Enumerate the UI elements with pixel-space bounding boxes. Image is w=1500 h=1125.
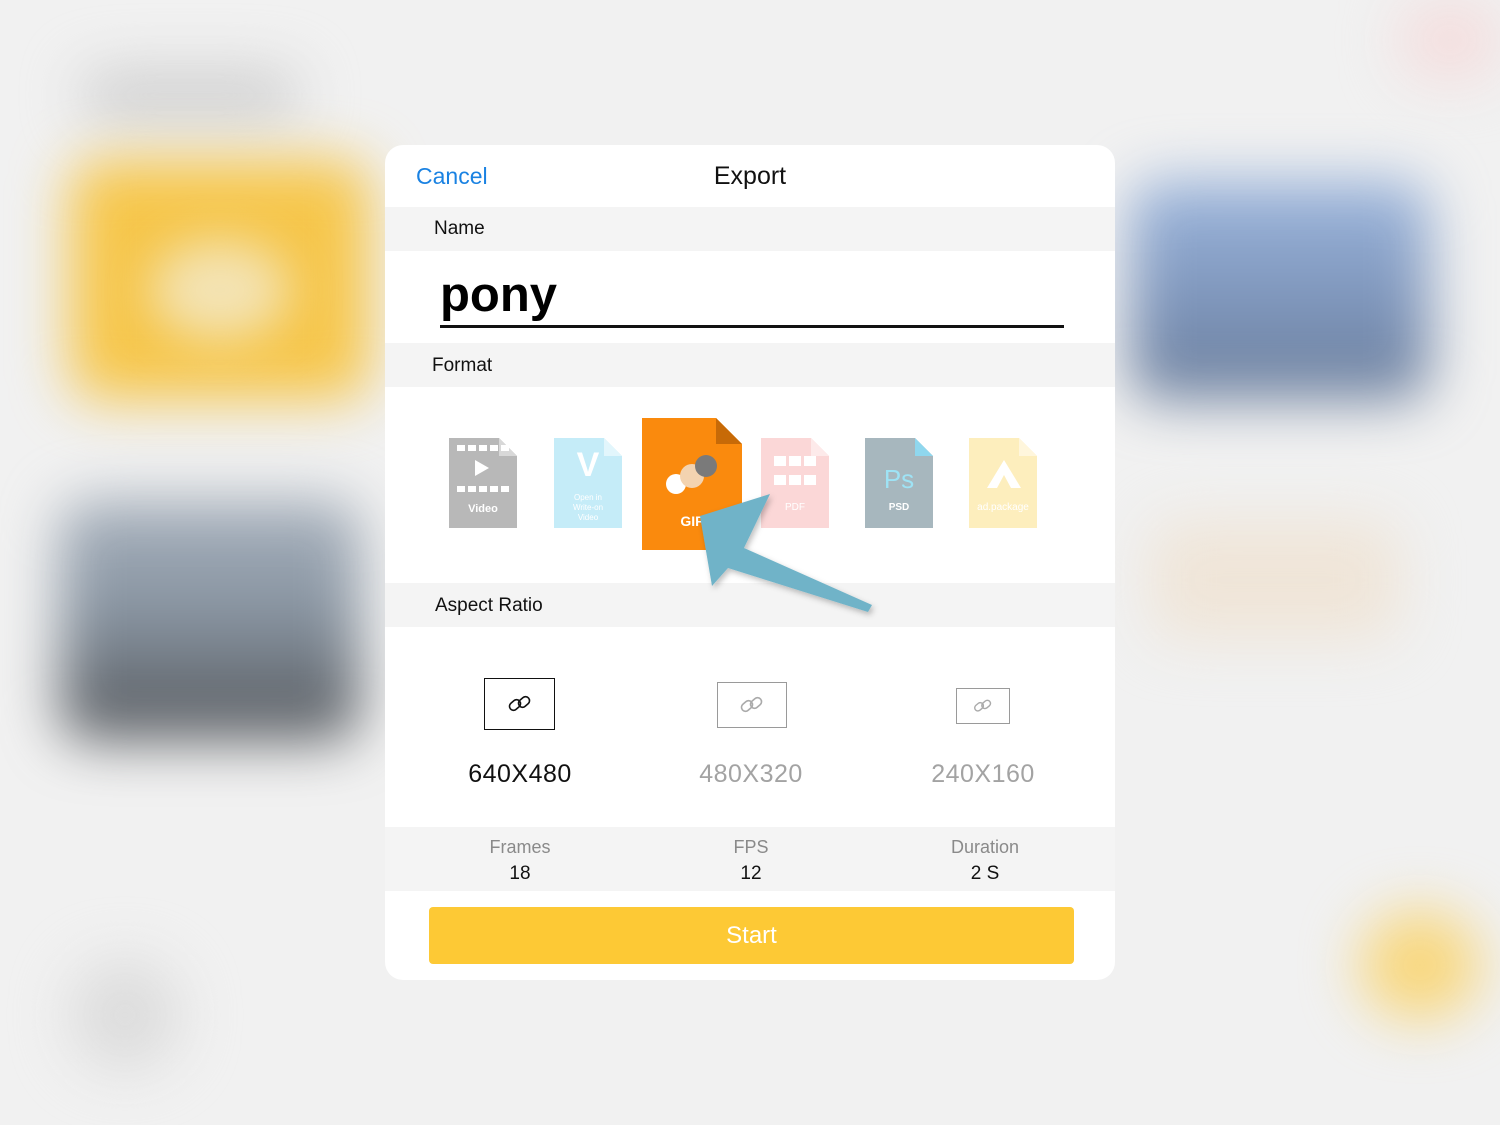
format-option-pdf[interactable]: PDF bbox=[761, 438, 829, 528]
aspect-ratio-640x480[interactable]: 640X480 bbox=[410, 665, 630, 795]
format-label: PDF bbox=[785, 502, 805, 513]
aspect-ratio-240x160[interactable]: 240X160 bbox=[873, 665, 1093, 795]
link-icon bbox=[974, 699, 992, 712]
format-option-psd[interactable]: Ps PSD bbox=[865, 438, 933, 528]
aspect-ratio-480x320[interactable]: 480X320 bbox=[641, 665, 861, 795]
start-button[interactable]: Start bbox=[429, 907, 1074, 964]
stat-frames: Frames 18 bbox=[489, 837, 551, 884]
stat-fps: FPS 12 bbox=[733, 837, 769, 884]
photoshop-glyph: Ps bbox=[883, 464, 915, 494]
section-header-aspect-ratio: Aspect Ratio bbox=[385, 583, 1115, 627]
stat-duration: Duration 2 S bbox=[950, 837, 1020, 884]
aspect-ratio-label: 480X320 bbox=[699, 760, 803, 788]
ad-package-logo-icon bbox=[987, 460, 1021, 488]
format-label: ad.package bbox=[977, 502, 1029, 513]
format-option-gif[interactable]: GIF bbox=[642, 418, 742, 550]
gif-circles-icon bbox=[666, 455, 717, 494]
name-input[interactable] bbox=[440, 265, 1064, 328]
section-header-name: Name bbox=[385, 207, 1115, 251]
aspect-ratio-label: 640X480 bbox=[468, 760, 572, 788]
link-icon bbox=[740, 696, 763, 713]
format-label: Video bbox=[468, 503, 498, 515]
link-icon bbox=[508, 695, 530, 712]
play-icon bbox=[475, 460, 489, 476]
aspect-ratio-label: 240X160 bbox=[931, 760, 1035, 788]
export-stats: Frames 18 FPS 12 Duration 2 S bbox=[385, 827, 1115, 891]
section-header-format: Format bbox=[385, 343, 1115, 387]
format-label: GIF bbox=[680, 513, 704, 529]
export-dialog: Cancel Export Name Format Video V Open i… bbox=[385, 145, 1115, 980]
format-option-video[interactable]: Video bbox=[449, 438, 517, 528]
navigation-bar: Cancel Export bbox=[385, 145, 1115, 207]
format-label: PSD bbox=[888, 502, 910, 513]
write-on-glyph: V bbox=[576, 446, 600, 484]
format-option-ad-package[interactable]: ad.package bbox=[969, 438, 1037, 528]
format-option-write-on-video[interactable]: V Open in Write-on Video bbox=[554, 438, 622, 528]
dialog-title: Export bbox=[713, 162, 787, 190]
